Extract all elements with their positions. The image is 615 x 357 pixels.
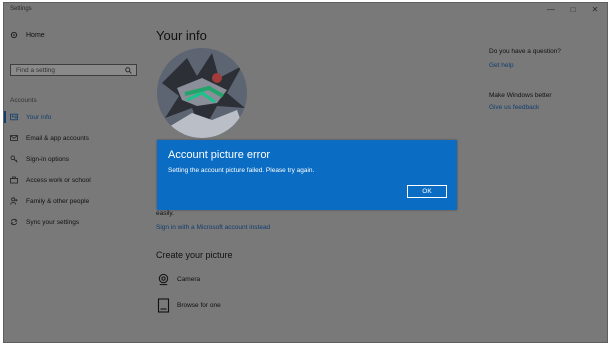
- close-button[interactable]: ✕: [585, 3, 605, 17]
- person-card-icon: [10, 113, 18, 121]
- sidebar-home-label: Home: [26, 31, 45, 39]
- sidebar-item-label: Access work or school: [26, 176, 91, 184]
- browse-file-icon: [157, 298, 170, 313]
- browse-option[interactable]: Browse for one: [157, 298, 221, 313]
- sidebar-item-label: Email & app accounts: [26, 134, 89, 142]
- person-add-icon: [10, 197, 18, 205]
- help-question-label: Do you have a question?: [489, 48, 561, 55]
- briefcase-icon: [10, 176, 18, 184]
- sidebar-item-email-app-accounts[interactable]: Email & app accounts: [10, 132, 89, 144]
- sidebar: Home Find a setting Accounts Your info E…: [4, 17, 144, 342]
- browse-option-label: Browse for one: [177, 302, 221, 309]
- sidebar-item-family-other-people[interactable]: Family & other people: [10, 195, 89, 207]
- sidebar-item-your-info[interactable]: Your info: [10, 111, 51, 123]
- sidebar-item-label: Sync your settings: [26, 218, 80, 226]
- info-text: easily.: [156, 210, 174, 217]
- search-placeholder: Find a setting: [16, 67, 56, 74]
- avatar: [157, 48, 247, 138]
- active-indicator: [4, 111, 6, 123]
- camera-option[interactable]: Camera: [157, 273, 200, 286]
- sidebar-item-label: Your info: [26, 113, 52, 121]
- sidebar-item-sign-in-options[interactable]: Sign-in options: [10, 153, 69, 165]
- search-input[interactable]: Find a setting: [10, 64, 137, 76]
- make-better-label: Make Windows better: [489, 92, 552, 99]
- maximize-button[interactable]: □: [563, 3, 583, 17]
- sidebar-item-label: Family & other people: [26, 197, 90, 205]
- gear-icon: [10, 31, 18, 39]
- settings-window: Settings — □ ✕ Home Find a setting Accou…: [3, 2, 608, 343]
- sidebar-item-access-work-school[interactable]: Access work or school: [10, 174, 91, 186]
- avatar-illustration: [157, 48, 247, 138]
- page-title: Your info: [156, 28, 207, 43]
- get-help-link[interactable]: Get help: [489, 62, 514, 69]
- minimize-button[interactable]: —: [541, 3, 561, 17]
- sidebar-item-label: Sign-in options: [26, 155, 69, 163]
- dialog-title: Account picture error: [168, 149, 271, 161]
- sidebar-item-sync-settings[interactable]: Sync your settings: [10, 216, 79, 228]
- mail-icon: [10, 135, 18, 141]
- sync-icon: [10, 218, 18, 226]
- create-picture-heading: Create your picture: [156, 250, 233, 260]
- camera-icon: [158, 273, 169, 286]
- give-feedback-link[interactable]: Give us feedback: [489, 104, 539, 111]
- microsoft-account-link[interactable]: Sign in with a Microsoft account instead: [156, 224, 270, 231]
- dialog-message: Setting the account picture failed. Plea…: [168, 167, 315, 174]
- search-icon: [125, 67, 132, 74]
- app-title: Settings: [10, 6, 32, 12]
- error-dialog: Account picture error Setting the accoun…: [157, 140, 457, 210]
- sidebar-home[interactable]: Home: [10, 31, 45, 39]
- ok-button[interactable]: OK: [407, 185, 447, 198]
- title-bar: Settings — □ ✕: [4, 3, 607, 17]
- key-icon: [10, 155, 18, 163]
- camera-option-label: Camera: [177, 276, 201, 283]
- section-label-accounts: Accounts: [10, 97, 37, 104]
